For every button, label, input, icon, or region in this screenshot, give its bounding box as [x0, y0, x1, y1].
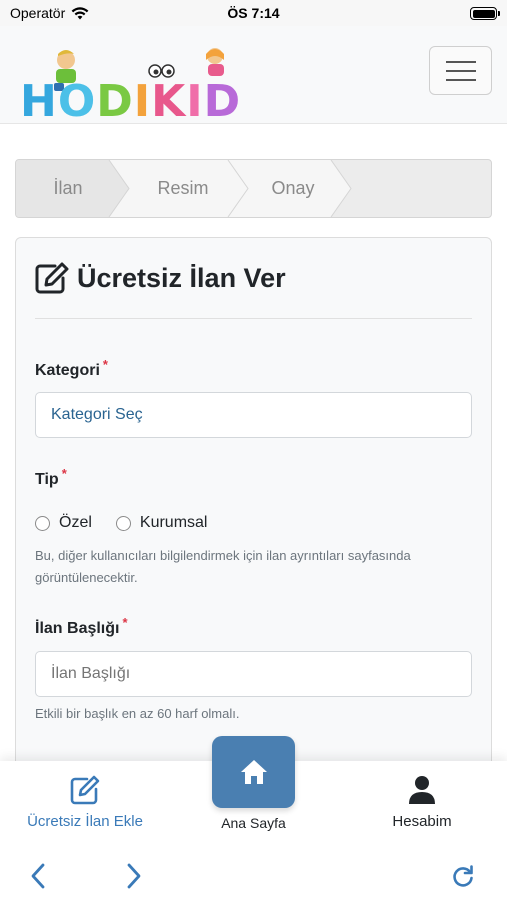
home-icon: [240, 760, 267, 784]
chevron-left-icon: [31, 863, 45, 889]
forward-button[interactable]: [121, 863, 147, 889]
nav-add-listing[interactable]: Ücretsiz İlan Ekle: [20, 775, 150, 830]
status-bar: Operatör ÖS 7:14: [0, 0, 507, 26]
title-divider: [35, 318, 472, 319]
edit-icon: [35, 262, 69, 294]
browser-toolbar: [0, 851, 507, 900]
reload-icon: [453, 865, 473, 887]
type-label: Tip *: [35, 466, 67, 488]
site-header: HODIKIDS: [0, 26, 507, 178]
type-radio-group: Özel Kurumsal: [35, 514, 231, 532]
ad-title-label: İlan Başlığı *: [35, 615, 128, 637]
user-icon: [409, 776, 435, 804]
step-ilan: İlan: [53, 178, 83, 198]
home-button[interactable]: [212, 736, 295, 808]
radio-ozel-label[interactable]: Özel: [59, 514, 92, 532]
nav-account[interactable]: Hesabim: [382, 775, 462, 830]
home-label: Ana Sayfa: [221, 815, 286, 831]
radio-kurumsal[interactable]: [115, 515, 131, 531]
listing-form-card: Ücretsiz İlan Ver Kategori * Kategori Seç…: [15, 237, 492, 761]
back-button[interactable]: [25, 863, 51, 889]
hamburger-icon: [445, 60, 476, 63]
step-onay: Onay: [271, 178, 315, 198]
category-select[interactable]: Kategori Seç: [35, 392, 472, 438]
menu-toggle-button[interactable]: [429, 46, 492, 95]
form-title: Ücretsiz İlan Ver: [35, 262, 286, 294]
status-time: ÖS 7:14: [227, 5, 280, 21]
reload-button[interactable]: [450, 863, 476, 889]
type-help-text: Bu, diğer kullanıcıları bilgilendirmek i…: [35, 548, 411, 585]
nav-account-label: Hesabim: [392, 813, 452, 830]
form-title-text: Ücretsiz İlan Ver: [77, 262, 286, 293]
step-resim: Resim: [157, 178, 209, 198]
site-logo[interactable]: HODIKIDS: [18, 48, 263, 178]
category-label: Kategori *: [35, 357, 108, 379]
battery-icon: [470, 7, 500, 20]
radio-kurumsal-label[interactable]: Kurumsal: [140, 514, 208, 532]
progress-stepper: İlan Resim Onay: [15, 159, 492, 218]
chevron-right-icon: [127, 863, 141, 889]
nav-add-listing-label: Ücretsiz İlan Ekle: [27, 813, 143, 830]
ad-title-input[interactable]: İlan Başlığı: [35, 651, 472, 697]
ad-title-help-text: Etkili bir başlık en az 60 harf olmalı.: [35, 706, 240, 721]
edit-icon: [70, 775, 100, 805]
radio-ozel[interactable]: [35, 515, 50, 531]
main-content: İlan Resim Onay Ücretsiz İlan Ver Katego…: [0, 125, 507, 761]
